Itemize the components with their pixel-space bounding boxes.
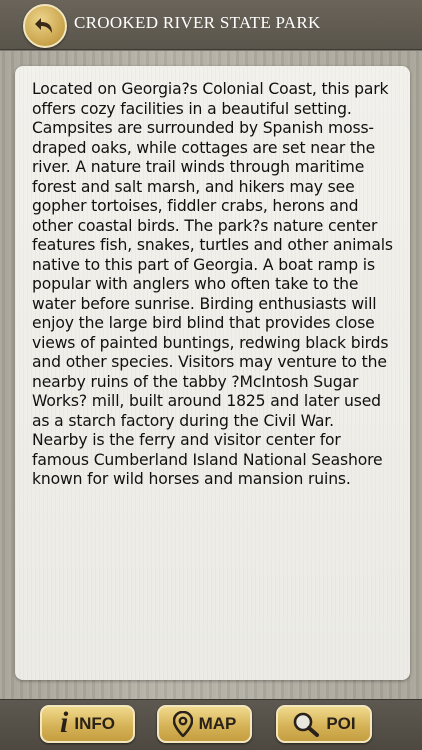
map-label: MAP bbox=[198, 714, 237, 733]
info-label: INFO bbox=[74, 714, 115, 733]
map-pin-icon bbox=[172, 711, 193, 737]
back-arrow-icon bbox=[35, 18, 52, 33]
info-button[interactable]: i INFO bbox=[40, 705, 135, 743]
page-title: CROOKED RIVER STATE PARK bbox=[74, 13, 321, 32]
poi-button[interactable]: POI bbox=[276, 705, 372, 743]
search-icon bbox=[294, 712, 320, 737]
poi-label: POI bbox=[326, 714, 356, 733]
park-description: Located on Georgia?s Colonial Coast, thi… bbox=[32, 80, 393, 488]
map-button[interactable]: MAP bbox=[157, 705, 252, 743]
back-button[interactable] bbox=[23, 4, 67, 48]
info-icon: i bbox=[60, 706, 69, 739]
